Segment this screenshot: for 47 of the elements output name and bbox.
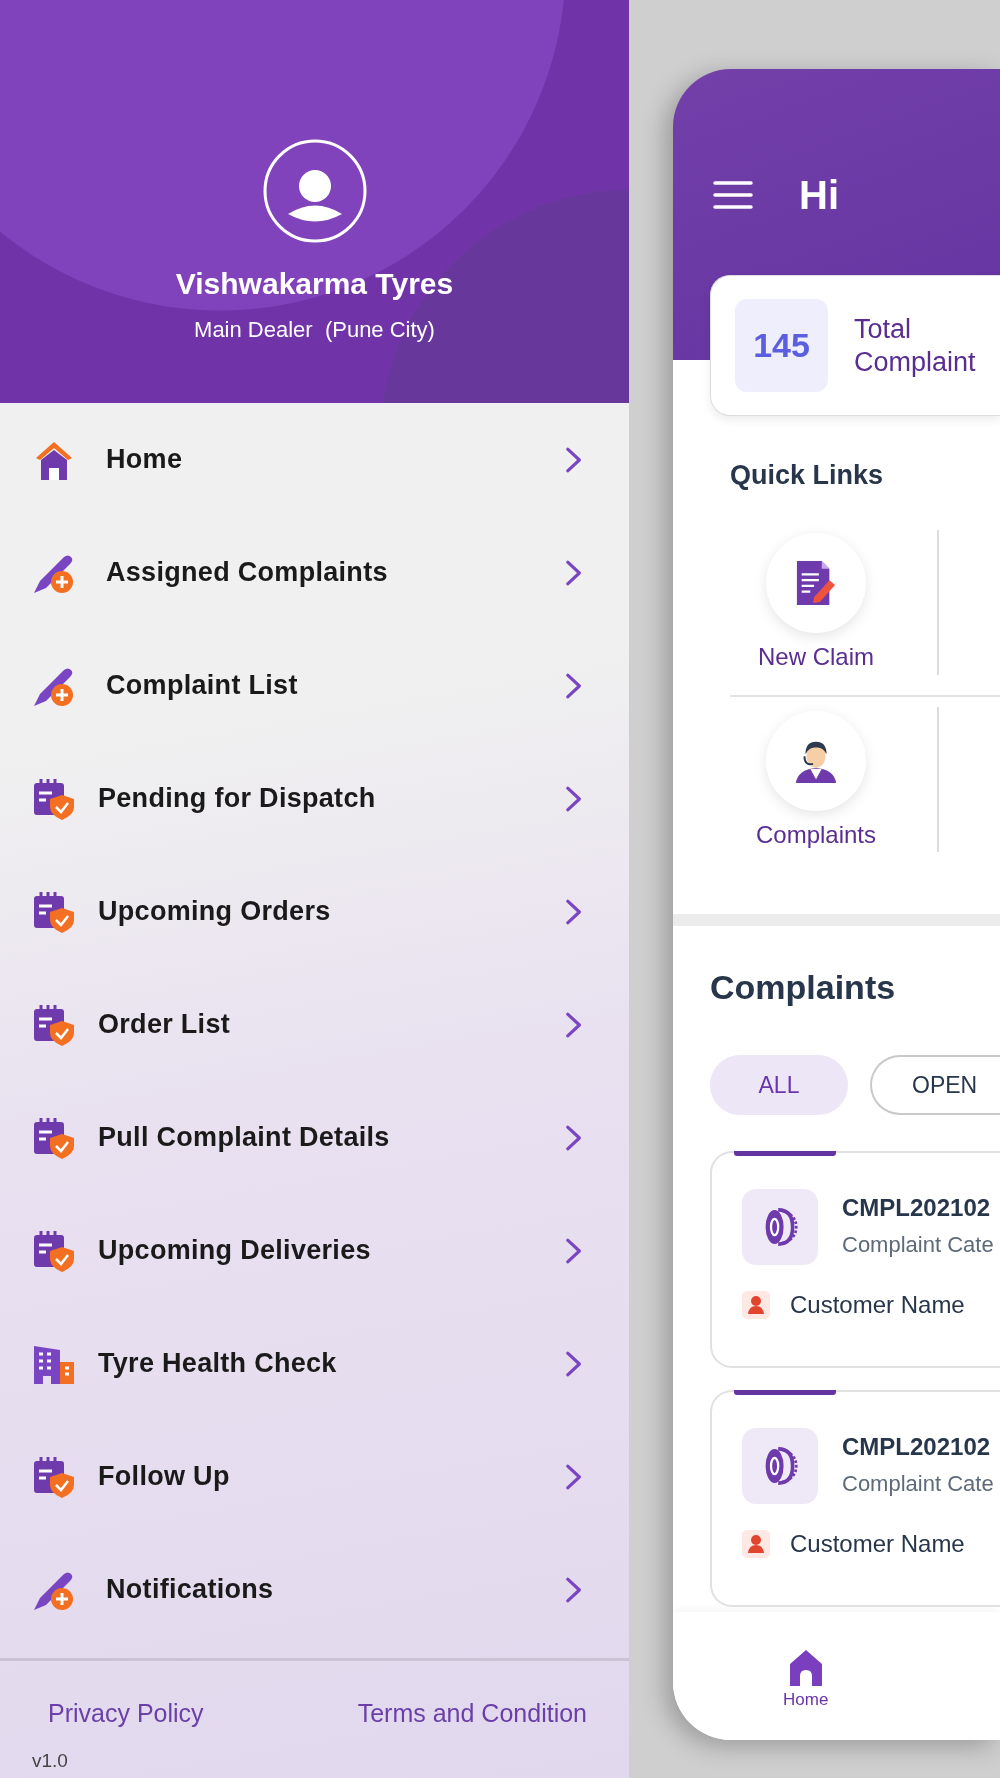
menu-item[interactable]: Pull Complaint Details [0, 1081, 629, 1194]
menu-item[interactable]: Pending for Dispatch [0, 742, 629, 855]
menu-item[interactable]: Upcoming Deliveries [0, 1194, 629, 1307]
calendar-shield-icon [32, 1002, 76, 1047]
greeting: Hi [799, 172, 839, 218]
profile-role: Main Dealer (Pune City) [194, 317, 435, 343]
tyre-icon [742, 1428, 818, 1504]
person-icon [742, 1530, 770, 1558]
customer-name: Customer Name [790, 1291, 965, 1319]
complaint-category: Complaint Cate [842, 1232, 994, 1258]
menu-item[interactable]: Notifications [0, 1533, 629, 1646]
menu-item[interactable]: Follow Up [0, 1420, 629, 1533]
calendar-shield-icon [32, 1228, 76, 1273]
complaint-id: CMPL202102 [842, 1194, 992, 1222]
customer-name: Customer Name [790, 1530, 965, 1558]
footer-link[interactable]: Privacy Policy [48, 1699, 204, 1728]
filter-chip[interactable]: ALL [710, 1055, 848, 1115]
complaint-id: CMPL202102 [842, 1433, 992, 1461]
menu-item[interactable]: Complaint List [0, 629, 629, 742]
menu-item[interactable]: Upcoming Orders [0, 855, 629, 968]
avatar-icon [262, 139, 367, 243]
menu-icon[interactable] [713, 180, 753, 210]
section-title: Quick Links [730, 460, 885, 491]
menu-item[interactable]: Assigned Complaints [0, 516, 629, 629]
calendar-shield-icon [32, 1115, 76, 1160]
calendar-shield-icon [32, 776, 76, 821]
calendar-shield-icon [32, 1454, 76, 1499]
nav-tab[interactable]: Home [783, 1612, 829, 1740]
section-title: Complaints [710, 968, 897, 1007]
footer-link[interactable]: Terms and Condition [357, 1699, 587, 1728]
document-pen-icon [795, 559, 837, 607]
complaint-card[interactable]: CMPL202102 Complaint Cate Customer Name [710, 1390, 1000, 1607]
profile-name: Vishwakarma Tyres [175, 267, 454, 301]
complaint-count: 145 [735, 299, 828, 392]
calendar-shield-icon [32, 889, 76, 934]
person-icon [742, 1291, 770, 1319]
menu-item[interactable]: Order List [0, 968, 629, 1081]
complaint-category: Complaint Cate [842, 1471, 994, 1497]
tyre-icon [742, 1189, 818, 1265]
complaint-card[interactable]: CMPL202102 Complaint Cate Customer Name [710, 1151, 1000, 1368]
filter-chip[interactable]: OPEN [870, 1055, 1000, 1115]
version-label: v1.0 [32, 1750, 69, 1772]
quick-link[interactable]: Complaints [730, 710, 902, 849]
menu-item[interactable]: Tyre Health Check [0, 1307, 629, 1420]
menu-item[interactable]: Home [0, 403, 629, 516]
summary-label: Total Complaint [854, 313, 977, 378]
quick-link[interactable]: New Claim [730, 533, 902, 671]
